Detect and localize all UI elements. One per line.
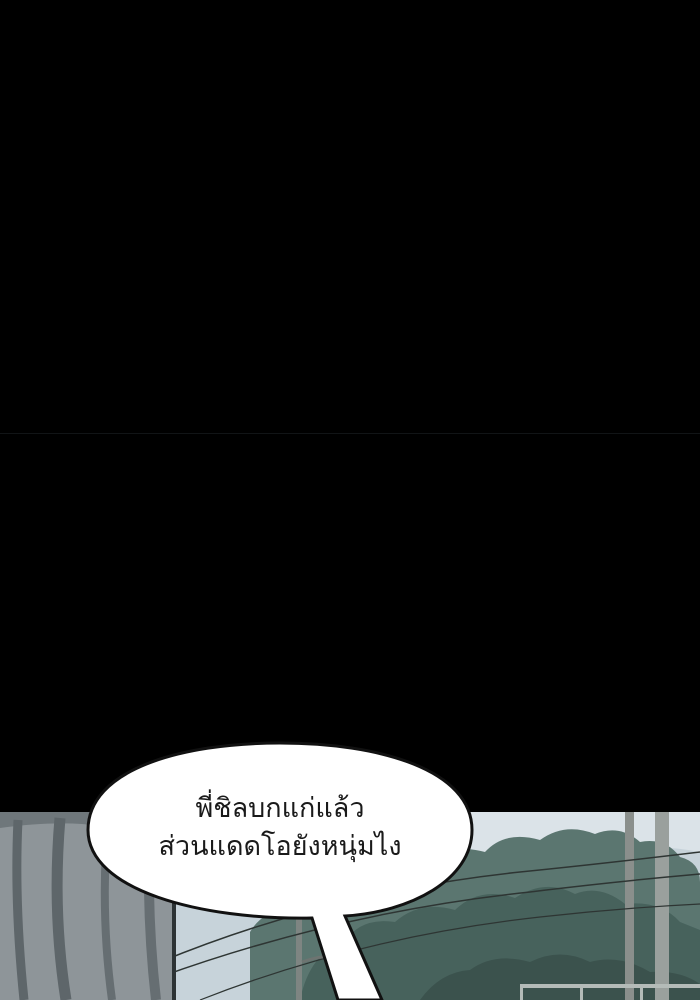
- speech-line-1: พี่ชิลบกแก่แล้ว: [195, 793, 365, 824]
- speech-line-2: ส่วนแดดโอยังหนุ่มไง: [158, 831, 402, 862]
- black-panel: [0, 0, 700, 812]
- speech-bubble-text: พี่ชิลบกแก่แล้ว ส่วนแดดโอยังหนุ่มไง: [90, 790, 470, 866]
- speech-bubble-shape: [86, 741, 474, 1000]
- comic-page: พี่ชิลบกแก่แล้ว ส่วนแดดโอยังหนุ่มไง: [0, 0, 700, 1000]
- panel-divider: [0, 433, 700, 434]
